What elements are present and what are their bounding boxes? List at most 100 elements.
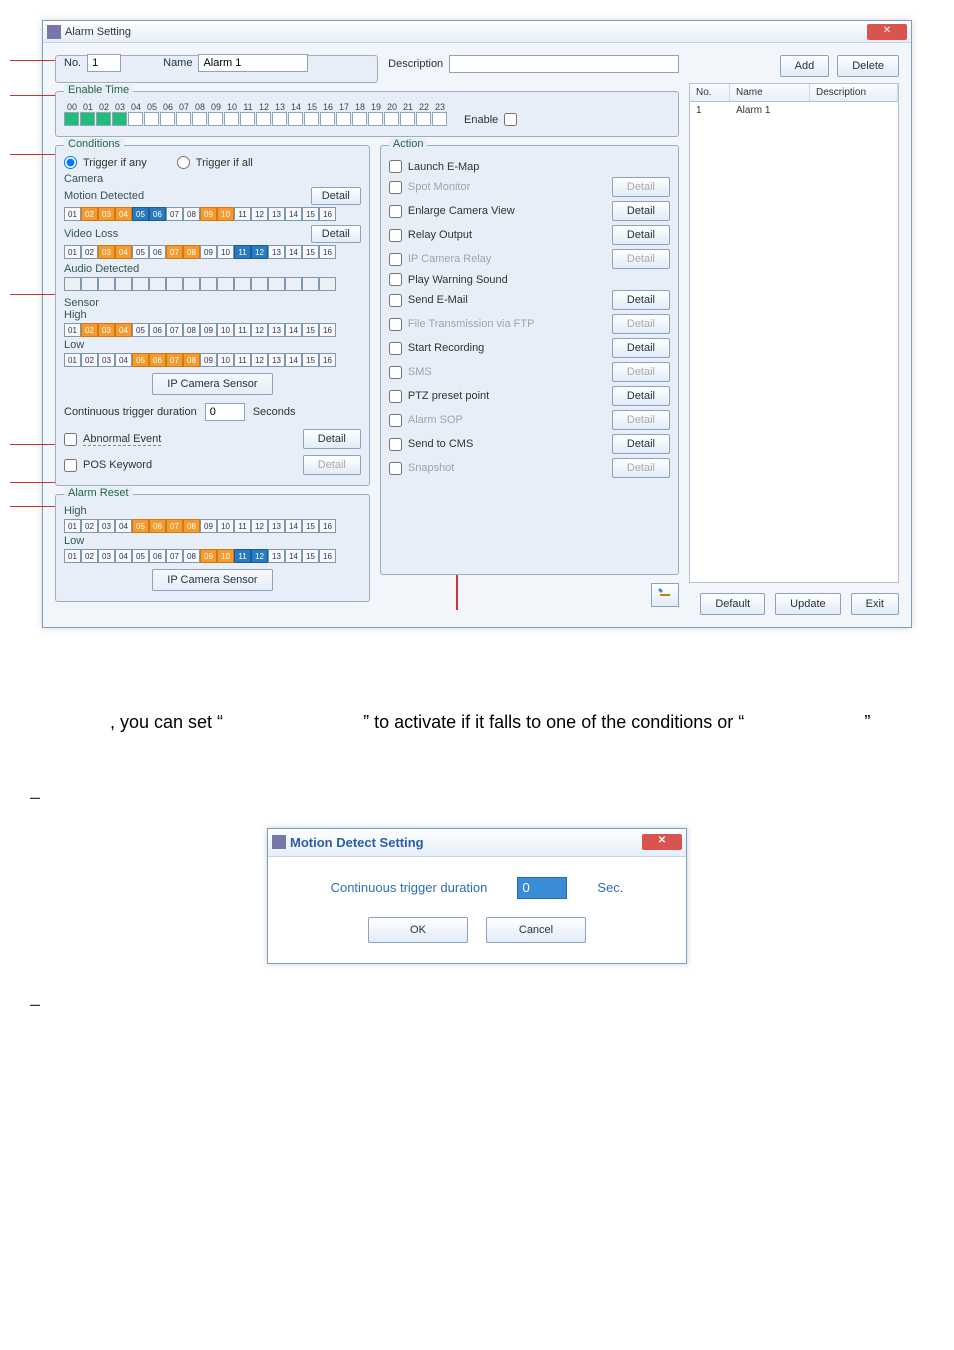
wizard-icon-button[interactable] — [651, 583, 679, 607]
update-button[interactable]: Update — [775, 593, 840, 615]
action-detail-button[interactable]: Detail — [612, 386, 670, 406]
description-input[interactable] — [449, 55, 679, 73]
action-detail-button[interactable]: Detail — [612, 290, 670, 310]
action-checkbox[interactable]: Play Warning Sound — [389, 273, 508, 286]
default-button[interactable]: Default — [700, 593, 765, 615]
alarm-setting-dialog-area: Alarm Setting ✕ No. Name — [0, 0, 954, 638]
cont-trigger-label: Continuous trigger duration — [64, 406, 197, 418]
action-checkbox[interactable]: PTZ preset point — [389, 390, 489, 403]
action-checkbox[interactable]: SMS — [389, 366, 432, 379]
wizard-icon — [658, 588, 672, 602]
action-checkbox[interactable]: Alarm SOP — [389, 414, 463, 427]
action-detail-button[interactable]: Detail — [612, 249, 670, 269]
action-label: Launch E-Map — [408, 161, 480, 173]
trigger-all-radio[interactable]: Trigger if all — [177, 156, 253, 169]
alarm-id-group: No. Name — [55, 55, 378, 83]
action-label: Start Recording — [408, 342, 484, 354]
enable-checkbox[interactable] — [504, 113, 517, 126]
pos-keyword-checkbox[interactable]: POS Keyword — [64, 459, 152, 472]
cell-desc — [810, 102, 898, 119]
motion-channel-grid[interactable]: 01020304050607080910111213141516 — [64, 207, 361, 221]
ipcamera-sensor-button[interactable]: IP Camera Sensor — [152, 373, 272, 395]
sensor-high-label: High — [64, 309, 361, 321]
no-input[interactable] — [87, 54, 121, 72]
sentence-part3: ” — [864, 712, 870, 732]
cont-trigger-value[interactable] — [517, 877, 567, 899]
cont-trigger-unit: Seconds — [253, 406, 296, 418]
videoloss-channel-grid[interactable]: 01020304050607080910111213141516 — [64, 245, 361, 259]
reset-high-grid[interactable]: 01020304050607080910111213141516 — [64, 519, 361, 533]
enable-time-legend: Enable Time — [64, 84, 133, 96]
action-detail-button[interactable]: Detail — [612, 225, 670, 245]
alarm-list-table: No. Name Description 1 Alarm 1 — [689, 83, 899, 583]
action-item: Spot Monitor Detail — [389, 177, 670, 197]
videoloss-detail-button[interactable]: Detail — [311, 225, 361, 243]
action-detail-button[interactable]: Detail — [612, 338, 670, 358]
close-icon[interactable]: ✕ — [867, 24, 907, 40]
action-checkbox[interactable]: Start Recording — [389, 342, 484, 355]
action-detail-button[interactable]: Detail — [612, 177, 670, 197]
action-detail-button[interactable]: Detail — [612, 458, 670, 478]
action-checkbox[interactable]: IP Camera Relay — [389, 253, 492, 266]
trigger-all-label: Trigger if all — [196, 157, 253, 169]
action-checkbox[interactable]: Launch E-Map — [389, 160, 480, 173]
action-detail-button[interactable]: Detail — [612, 362, 670, 382]
alarm-reset-legend: Alarm Reset — [64, 487, 133, 499]
cont-trigger-input[interactable] — [205, 403, 245, 421]
action-item: Launch E-Map — [389, 160, 670, 173]
motion-detail-button[interactable]: Detail — [311, 187, 361, 205]
pos-detail-button[interactable]: Detail — [303, 455, 361, 475]
action-label: Spot Monitor — [408, 181, 470, 193]
table-row[interactable]: 1 Alarm 1 — [690, 102, 898, 119]
enable-label: Enable — [464, 114, 498, 126]
abnormal-event-label: Abnormal Event — [83, 433, 161, 446]
cancel-button[interactable]: Cancel — [486, 917, 586, 943]
action-label: Enlarge Camera View — [408, 205, 515, 217]
action-item: Enlarge Camera View Detail — [389, 201, 670, 221]
motion-dialog-title: Motion Detect Setting — [290, 835, 424, 850]
abnormal-event-checkbox[interactable]: Abnormal Event — [64, 433, 161, 446]
delete-button[interactable]: Delete — [837, 55, 899, 77]
trigger-any-radio[interactable]: Trigger if any — [64, 156, 147, 169]
action-detail-button[interactable]: Detail — [612, 410, 670, 430]
hour-boxes[interactable] — [64, 112, 448, 126]
reset-low-grid[interactable]: 01020304050607080910111213141516 — [64, 549, 361, 563]
action-checkbox[interactable]: Snapshot — [389, 462, 454, 475]
action-detail-button[interactable]: Detail — [612, 434, 670, 454]
action-checkbox[interactable]: Enlarge Camera View — [389, 205, 515, 218]
name-input[interactable] — [198, 54, 308, 72]
action-detail-button[interactable]: Detail — [612, 314, 670, 334]
col-name: Name — [730, 84, 810, 101]
ok-button[interactable]: OK — [368, 917, 468, 943]
action-label: Relay Output — [408, 229, 472, 241]
action-checkbox[interactable]: Send to CMS — [389, 438, 473, 451]
motion-detected-label: Motion Detected — [64, 190, 144, 202]
close-icon[interactable]: ✕ — [642, 834, 682, 850]
app-icon — [47, 25, 61, 39]
body-sentence: , you can set “ ” to activate if it fall… — [0, 638, 954, 787]
action-checkbox[interactable]: Send E-Mail — [389, 294, 468, 307]
dialog-title: Alarm Setting — [65, 26, 131, 38]
sentence-part2: ” to activate if it falls to one of the … — [363, 712, 744, 732]
exit-button[interactable]: Exit — [851, 593, 899, 615]
action-label: Snapshot — [408, 462, 454, 474]
enable-time-group: Enable Time 0001020304050607080910111213… — [55, 91, 679, 137]
abnormal-detail-button[interactable]: Detail — [303, 429, 361, 449]
conditions-legend: Conditions — [64, 138, 124, 150]
cell-name: Alarm 1 — [730, 102, 810, 119]
action-checkbox[interactable]: File Transmission via FTP — [389, 318, 535, 331]
action-label: File Transmission via FTP — [408, 318, 535, 330]
reset-ipcamera-sensor-button[interactable]: IP Camera Sensor — [152, 569, 272, 591]
action-label: SMS — [408, 366, 432, 378]
sensor-low-grid[interactable]: 01020304050607080910111213141516 — [64, 353, 361, 367]
conditions-group: Conditions Trigger if any Trigger if all… — [55, 145, 370, 486]
sensor-high-grid[interactable]: 01020304050607080910111213141516 — [64, 323, 361, 337]
action-checkbox[interactable]: Relay Output — [389, 229, 472, 242]
action-label: Send to CMS — [408, 438, 473, 450]
action-checkbox[interactable]: Spot Monitor — [389, 181, 470, 194]
audio-channel-grid[interactable] — [64, 277, 361, 291]
action-label: IP Camera Relay — [408, 253, 492, 265]
action-detail-button[interactable]: Detail — [612, 201, 670, 221]
action-label: Send E-Mail — [408, 294, 468, 306]
add-button[interactable]: Add — [780, 55, 830, 77]
